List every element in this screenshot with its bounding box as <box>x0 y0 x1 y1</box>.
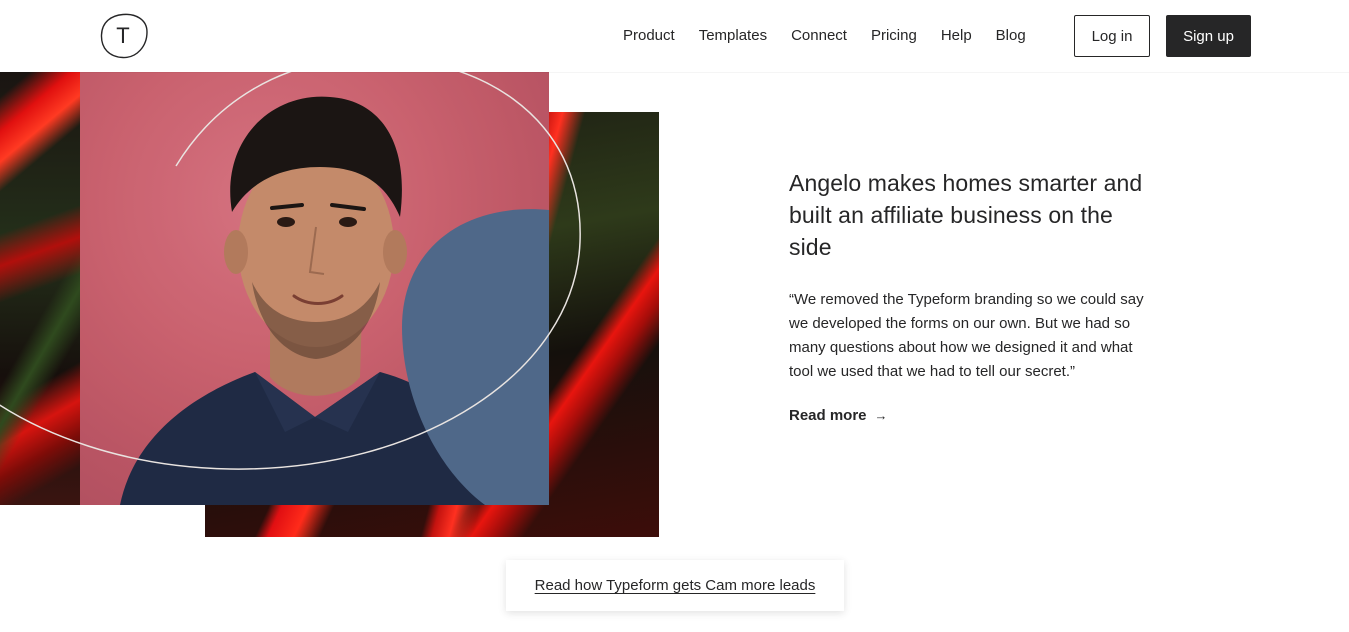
typeform-logo[interactable]: T <box>100 13 148 59</box>
main-nav: Product Templates Connect Pricing Help B… <box>623 26 1050 46</box>
logo-letter: T <box>116 23 130 48</box>
arrow-right-icon: → <box>874 408 888 423</box>
nav-connect[interactable]: Connect <box>791 26 847 46</box>
case-study-link[interactable]: Read how Typeform gets Cam more leads <box>535 577 816 594</box>
nav-product[interactable]: Product <box>623 26 675 46</box>
page: T Product Templates Connect Pricing Help… <box>0 0 1349 632</box>
nav-templates[interactable]: Templates <box>699 26 767 46</box>
signup-button[interactable]: Sign up <box>1166 15 1251 57</box>
nav-pricing[interactable]: Pricing <box>871 26 917 46</box>
read-more-label: Read more <box>789 407 867 424</box>
login-button[interactable]: Log in <box>1074 15 1150 57</box>
site-header: T Product Templates Connect Pricing Help… <box>0 0 1349 72</box>
nav-help[interactable]: Help <box>941 26 972 46</box>
story-quote: “We removed the Typeform branding so we … <box>789 291 1144 380</box>
case-study-link-card[interactable]: Read how Typeform gets Cam more leads <box>506 560 844 611</box>
nav-blog[interactable]: Blog <box>996 26 1026 46</box>
story-title: Angelo makes homes smarter and built an … <box>789 170 1143 260</box>
customer-portrait-photo <box>80 72 549 505</box>
customer-story: Angelo makes homes smarter and built an … <box>789 167 1149 426</box>
abstract-left-art <box>0 72 80 505</box>
portrait-illustration <box>120 96 549 505</box>
read-more-link[interactable]: Read more → <box>789 406 888 426</box>
